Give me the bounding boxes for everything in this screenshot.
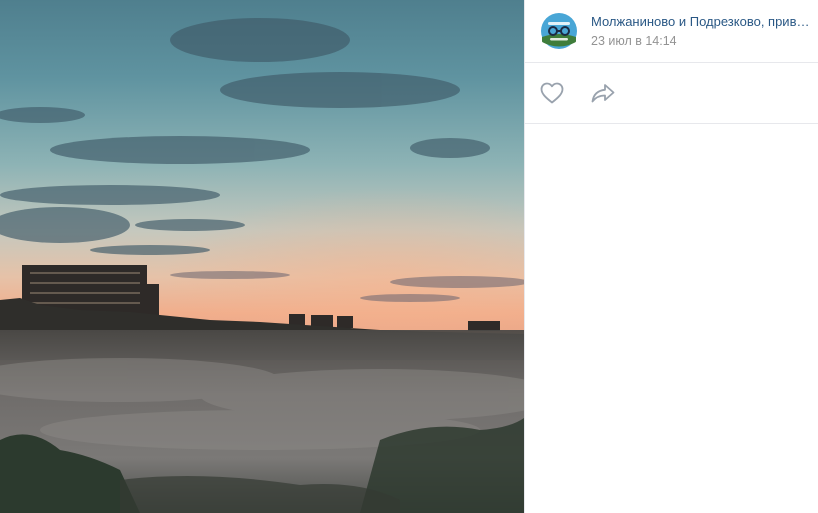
author-name-link[interactable]: Молжаниново и Подрезково, прив…: [591, 13, 818, 30]
like-button[interactable]: [539, 80, 565, 106]
photo-viewer: Молжаниново и Подрезково, прив… 23 июл в…: [0, 0, 818, 513]
share-button[interactable]: [590, 80, 616, 106]
post-author-block: Молжаниново и Подрезково, прив… 23 июл в…: [591, 13, 818, 50]
community-avatar[interactable]: [539, 11, 579, 51]
post-photo[interactable]: [0, 0, 524, 513]
post-date-link[interactable]: 23 июл в 14:14: [591, 33, 818, 50]
sunset-fog-photo: [0, 0, 524, 513]
post-actions: [525, 63, 818, 124]
post-side-panel: Молжаниново и Подрезково, прив… 23 июл в…: [524, 0, 818, 513]
heart-icon: [540, 82, 564, 104]
community-logo-icon: [539, 11, 579, 51]
share-arrow-icon: [591, 84, 615, 103]
post-header: Молжаниново и Подрезково, прив… 23 июл в…: [525, 0, 818, 63]
